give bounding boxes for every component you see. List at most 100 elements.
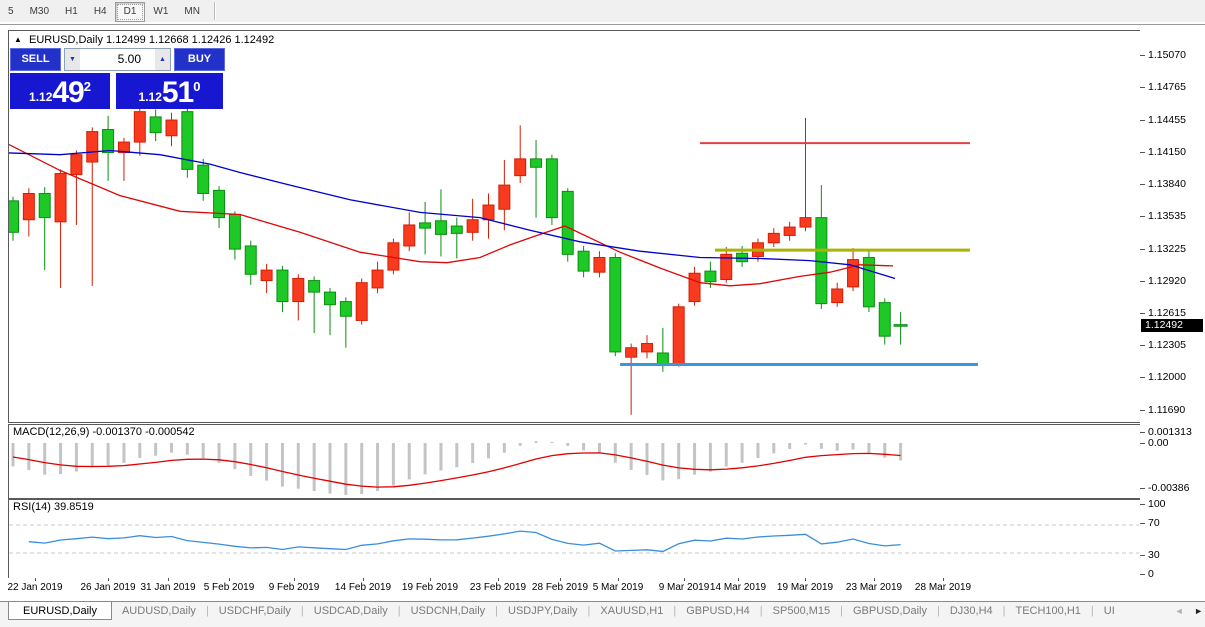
date-axis-tick xyxy=(560,578,561,581)
chart-tab-gbpusd-h4[interactable]: GBPUSD,H4 xyxy=(676,602,760,617)
date-axis[interactable]: 22 Jan 2019 26 Jan 2019 31 Jan 2019 5 Feb 2… xyxy=(7,578,1205,600)
chart-tab-audusd-daily[interactable]: AUDUSD,Daily xyxy=(112,602,206,617)
chart-tab-usdcnh-daily[interactable]: USDCNH,Daily xyxy=(401,602,496,617)
date-axis-tick xyxy=(294,578,295,581)
price-axis-tick xyxy=(1140,119,1145,121)
chart-tab-sp500-m15[interactable]: SP500,M15 xyxy=(763,602,840,617)
buy-price-pip: 0 xyxy=(193,79,201,94)
macd-label: MACD(12,26,9) -0.001370 -0.000542 xyxy=(13,426,195,438)
price-axis-tick xyxy=(1140,151,1145,153)
date-axis-tick xyxy=(874,578,875,581)
tabs-scroll-right-icon[interactable]: ► xyxy=(1194,606,1203,616)
chart-tab-tech100-h1[interactable]: TECH100,H1 xyxy=(1005,602,1090,617)
chart-tab-xauusd-h1[interactable]: XAUUSD,H1 xyxy=(590,602,673,617)
timeframe-button-mn[interactable]: MN xyxy=(176,3,208,21)
sell-price-box[interactable]: 1.12 49 2 xyxy=(10,73,110,109)
date-axis-label: 9 Mar 2019 xyxy=(658,582,710,593)
macd-axis-label: -0.00386 xyxy=(1148,482,1190,494)
date-axis-label: 5 Mar 2019 xyxy=(592,582,644,593)
buy-price-prefix: 1.12 xyxy=(138,90,162,104)
price-axis-tick xyxy=(1140,409,1145,411)
date-axis-tick xyxy=(363,578,364,581)
price-axis[interactable]: 1.12492 1.15070 1.14765 1.14455 1.14150 1.13… xyxy=(1140,30,1205,600)
timeframe-button-h1[interactable]: H1 xyxy=(57,3,86,21)
volume-spinner: ▼ 5.00 ▲ xyxy=(64,48,171,71)
buy-price-big: 51 xyxy=(161,76,194,109)
ohlc-low: 1.12426 xyxy=(191,34,232,46)
price-axis-tick xyxy=(1140,280,1145,282)
date-axis-tick xyxy=(943,578,944,581)
chart-tab-gbpusd-daily[interactable]: GBPUSD,Daily xyxy=(843,602,937,617)
date-axis-tick xyxy=(168,578,169,581)
symbol-period-label: EURUSD,Daily xyxy=(28,34,103,46)
date-axis-tick xyxy=(229,578,230,581)
rsi-axis-label: 70 xyxy=(1148,517,1160,529)
rsi-axis-tick xyxy=(1140,574,1145,575)
rsi-axis-label: 30 xyxy=(1148,549,1160,561)
price-axis-label: 1.12305 xyxy=(1148,339,1186,352)
date-axis-label: 19 Feb 2019 xyxy=(401,582,459,593)
rsi-axis-tick xyxy=(1140,523,1145,524)
price-axis-label: 1.12920 xyxy=(1148,274,1186,287)
date-axis-tick xyxy=(35,578,36,581)
sell-price-pip: 2 xyxy=(83,79,91,94)
collapse-icon[interactable]: ▲ xyxy=(14,35,22,44)
ohlc-high: 1.12668 xyxy=(148,34,189,46)
toolbar-separator xyxy=(213,2,216,20)
volume-input[interactable]: 5.00 xyxy=(80,49,155,70)
macd-axis-tick xyxy=(1140,443,1145,444)
price-axis-tick xyxy=(1140,377,1145,379)
macd-indicator-pane[interactable]: MACD(12,26,9) -0.001370 -0.000542 xyxy=(8,424,1142,499)
date-axis-label: 26 Jan 2019 xyxy=(80,582,136,593)
sell-price-big: 49 xyxy=(52,76,84,109)
rsi-axis-label: 100 xyxy=(1148,498,1166,510)
price-axis-tick xyxy=(1140,184,1145,186)
price-axis-tick xyxy=(1140,345,1145,347)
timeframe-button-m30[interactable]: M30 xyxy=(22,3,57,21)
buy-price-box[interactable]: 1.12 51 0 xyxy=(116,73,223,109)
rsi-label: RSI(14) 39.8519 xyxy=(13,501,94,513)
chart-tab-usdjpy-daily[interactable]: USDJPY,Daily xyxy=(498,602,588,617)
timeframe-button-5[interactable]: 5 xyxy=(0,3,22,21)
price-axis-label: 1.13225 xyxy=(1148,242,1186,255)
chart-tab-usdcad-daily[interactable]: USDCAD,Daily xyxy=(304,602,398,617)
date-axis-tick xyxy=(684,578,685,581)
chart-tab-ui[interactable]: UI xyxy=(1094,602,1125,617)
timeframe-button-w1[interactable]: W1 xyxy=(145,3,176,21)
date-axis-tick xyxy=(618,578,619,581)
chart-tab-usdchf-daily[interactable]: USDCHF,Daily xyxy=(209,602,301,617)
price-axis-label: 1.14455 xyxy=(1148,113,1186,126)
tabs-scroll-left-icon[interactable]: ◄ xyxy=(1175,606,1184,616)
price-axis-label: 1.14150 xyxy=(1148,145,1186,158)
rsi-axis-tick xyxy=(1140,504,1145,505)
timeframe-button-d1[interactable]: D1 xyxy=(114,2,146,22)
macd-axis-tick xyxy=(1140,488,1145,489)
sell-price-prefix: 1.12 xyxy=(29,90,53,104)
date-axis-tick xyxy=(108,578,109,581)
date-axis-tick xyxy=(430,578,431,581)
date-axis-label: 23 Mar 2019 xyxy=(845,582,903,593)
sell-button[interactable]: SELL xyxy=(10,48,61,71)
price-axis-label: 1.13840 xyxy=(1148,178,1186,191)
chart-tab-eurusd-daily[interactable]: EURUSD,Daily xyxy=(8,602,112,620)
price-axis-label: 1.14765 xyxy=(1148,81,1186,93)
timeframe-button-h4[interactable]: H4 xyxy=(86,3,115,21)
date-axis-label: 5 Feb 2019 xyxy=(203,582,255,593)
date-axis-label: 9 Feb 2019 xyxy=(268,582,320,593)
volume-increase-icon[interactable]: ▲ xyxy=(155,49,170,70)
price-axis-label: 1.15070 xyxy=(1148,49,1186,61)
one-click-trading-widget: SELL ▼ 5.00 ▲ BUY 1.12 49 2 1.12 51 0 xyxy=(10,48,225,109)
price-axis-tick xyxy=(1140,55,1145,56)
chart-title: ▲ EURUSD,Daily 1.12499 1.12668 1.12426 1… xyxy=(14,34,274,46)
timeframe-toolbar: 5 M30 H1 H4 D1 W1 MN xyxy=(0,0,1205,25)
price-axis-label: 1.12000 xyxy=(1148,371,1186,384)
chart-tab-dj30-h4[interactable]: DJ30,H4 xyxy=(940,602,1003,617)
ohlc-open: 1.12499 xyxy=(106,34,146,46)
chart-tab-bar: EURUSD,Daily AUDUSD,Daily | USDCHF,Daily | US… xyxy=(0,601,1205,627)
volume-decrease-icon[interactable]: ▼ xyxy=(65,49,80,70)
price-axis-label: 1.12615 xyxy=(1148,306,1186,319)
rsi-indicator-pane[interactable]: RSI(14) 39.8519 xyxy=(8,499,1142,579)
date-axis-label: 23 Feb 2019 xyxy=(469,582,527,593)
buy-button[interactable]: BUY xyxy=(174,48,225,71)
date-axis-label: 31 Jan 2019 xyxy=(140,582,196,593)
